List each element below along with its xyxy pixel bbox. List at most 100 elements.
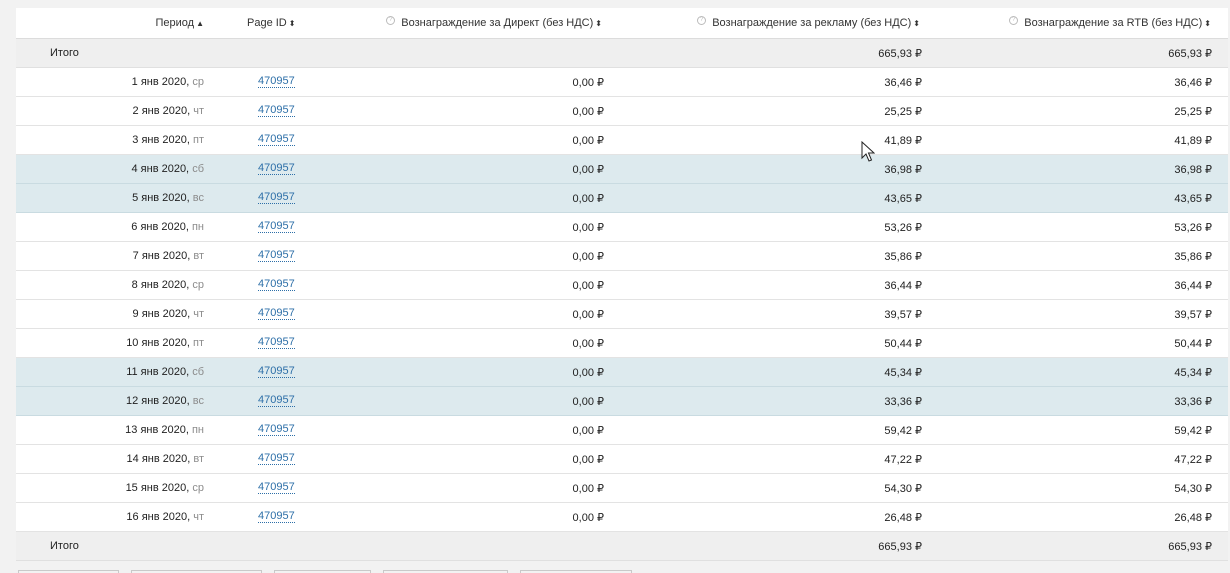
period-date: 14 янв 2020, (126, 453, 191, 465)
direct-value: 0,00 ₽ (572, 453, 604, 466)
period-date: 12 янв 2020, (125, 395, 190, 407)
sort-icon: ⬍ (288, 18, 296, 28)
column-header-label: Вознаграждение за Директ (без НДС) (401, 17, 594, 29)
help-circle-icon[interactable]: ? (1009, 15, 1019, 25)
page-id-link[interactable]: 470957 (258, 482, 295, 494)
page-id-cell: 470957 (258, 242, 295, 270)
page-id-link[interactable]: 470957 (258, 395, 295, 407)
page-id-cell: 470957 (258, 300, 295, 328)
rtb-value: 43,65 ₽ (1174, 192, 1212, 205)
period-cell: 15 янв 2020, ср (126, 474, 204, 502)
page-id-cell: 470957 (258, 416, 295, 444)
page-id-link[interactable]: 470957 (258, 192, 295, 204)
help-circle-icon[interactable]: ? (697, 15, 707, 25)
period-cell: 16 янв 2020, чт (126, 503, 204, 531)
rtb-value: 50,44 ₽ (1174, 337, 1212, 350)
period-cell: 11 янв 2020, сб (126, 358, 204, 386)
period-cell: 4 янв 2020, сб (131, 155, 204, 183)
ads-value: 45,34 ₽ (884, 366, 922, 379)
help-circle-icon[interactable]: ? (386, 15, 396, 25)
rtb-value: 41,89 ₽ (1174, 134, 1212, 147)
period-cell: 5 янв 2020, вс (132, 184, 204, 212)
page-id-link[interactable]: 470957 (258, 163, 295, 175)
statistics-table: Период ▲ Page ID ⬍ ? Вознаграждение за Д… (16, 8, 1228, 561)
page-id-cell: 470957 (258, 445, 295, 473)
page-id-link[interactable]: 470957 (258, 250, 295, 262)
period-weekday: чт (193, 308, 204, 320)
period-date: 3 янв 2020, (132, 134, 190, 146)
page-id-cell: 470957 (258, 126, 295, 154)
table-row: 3 янв 2020, пт 470957 0,00 ₽ 41,89 ₽ 41,89 ₽ (16, 126, 1228, 155)
page-id-link[interactable]: 470957 (258, 221, 295, 233)
page-id-link[interactable]: 470957 (258, 279, 295, 291)
column-header-rtb[interactable]: ? Вознаграждение за RTB (без НДС) ⬍ (1009, 8, 1211, 38)
ads-value: 25,25 ₽ (884, 105, 922, 118)
direct-value: 0,00 ₽ (572, 105, 604, 118)
page-id-link[interactable]: 470957 (258, 366, 295, 378)
direct-value: 0,00 ₽ (572, 366, 604, 379)
direct-value: 0,00 ₽ (572, 424, 604, 437)
column-header-direct[interactable]: ? Вознаграждение за Директ (без НДС) ⬍ (386, 8, 602, 38)
column-header-ads[interactable]: ? Вознаграждение за рекламу (без НДС) ⬍ (697, 8, 920, 38)
period-date: 5 янв 2020, (132, 192, 190, 204)
rtb-value: 45,34 ₽ (1174, 366, 1212, 379)
column-header-label: Период (155, 17, 195, 29)
column-header-page-id[interactable]: Page ID ⬍ (247, 8, 295, 38)
table-header: Период ▲ Page ID ⬍ ? Вознаграждение за Д… (16, 8, 1228, 39)
rtb-value: 53,26 ₽ (1174, 221, 1212, 234)
page-id-cell: 470957 (258, 271, 295, 299)
ads-value: 33,36 ₽ (884, 395, 922, 408)
period-weekday: вт (193, 453, 204, 465)
direct-value: 0,00 ₽ (572, 279, 604, 292)
direct-value: 0,00 ₽ (572, 250, 604, 263)
rtb-value: 33,36 ₽ (1174, 395, 1212, 408)
ads-value: 53,26 ₽ (884, 221, 922, 234)
rtb-value: 35,86 ₽ (1174, 250, 1212, 263)
period-date: 2 янв 2020, (132, 105, 191, 117)
direct-value: 0,00 ₽ (572, 395, 604, 408)
page-id-link[interactable]: 470957 (258, 134, 295, 146)
table-row: 10 янв 2020, пт 470957 0,00 ₽ 50,44 ₽ 50,44 … (16, 329, 1228, 358)
rtb-value: 47,22 ₽ (1174, 453, 1212, 466)
direct-value: 0,00 ₽ (572, 482, 604, 495)
period-weekday: ср (192, 76, 204, 88)
column-header-label: Page ID (247, 17, 287, 29)
total-row-bottom: Итого 665,93 ₽ 665,93 ₽ (16, 532, 1228, 561)
page-id-link[interactable]: 470957 (258, 453, 295, 465)
page-id-link[interactable]: 470957 (258, 424, 295, 436)
direct-value: 0,00 ₽ (572, 134, 604, 147)
total-ads-value: 665,93 ₽ (878, 540, 922, 553)
period-date: 13 янв 2020, (125, 424, 189, 436)
period-weekday: пн (191, 424, 204, 436)
ads-value: 41,89 ₽ (884, 134, 922, 147)
period-date: 6 янв 2020, (131, 221, 189, 233)
page-id-cell: 470957 (258, 68, 295, 96)
total-label: Итого (50, 47, 79, 59)
period-cell: 1 янв 2020, ср (132, 68, 204, 96)
period-cell: 8 янв 2020, ср (132, 271, 204, 299)
table-row: 11 янв 2020, сб 470957 0,00 ₽ 45,34 ₽ 45,34 … (16, 358, 1228, 387)
page-id-link[interactable]: 470957 (258, 105, 295, 117)
page-id-link[interactable]: 470957 (258, 511, 295, 523)
table-body: 1 янв 2020, ср 470957 0,00 ₽ 36,46 ₽ 36,46 ₽… (16, 68, 1228, 532)
ads-value: 39,57 ₽ (884, 308, 922, 321)
period-date: 9 янв 2020, (132, 308, 191, 320)
rtb-value: 36,98 ₽ (1174, 163, 1212, 176)
table-row: 12 янв 2020, вс 470957 0,00 ₽ 33,36 ₽ 33,36 … (16, 387, 1228, 416)
page-id-cell: 470957 (258, 184, 295, 212)
period-weekday: сб (192, 163, 204, 175)
rtb-value: 26,48 ₽ (1174, 511, 1212, 524)
rtb-value: 36,44 ₽ (1174, 279, 1212, 292)
column-header-period[interactable]: Период ▲ (155, 8, 204, 38)
page-id-cell: 470957 (258, 155, 295, 183)
page-id-link[interactable]: 470957 (258, 76, 295, 88)
mouse-pointer-icon (861, 141, 875, 162)
page-id-link[interactable]: 470957 (258, 337, 295, 349)
period-date: 15 янв 2020, (125, 482, 190, 494)
table-row: 14 янв 2020, вт 470957 0,00 ₽ 47,22 ₽ 47,22 … (16, 445, 1228, 474)
period-date: 11 янв 2020, (126, 366, 190, 378)
rtb-value: 36,46 ₽ (1174, 76, 1212, 89)
table-row: 9 янв 2020, чт 470957 0,00 ₽ 39,57 ₽ 39,57 ₽ (16, 300, 1228, 329)
page-id-link[interactable]: 470957 (258, 308, 295, 320)
period-date: 7 янв 2020, (132, 250, 191, 262)
